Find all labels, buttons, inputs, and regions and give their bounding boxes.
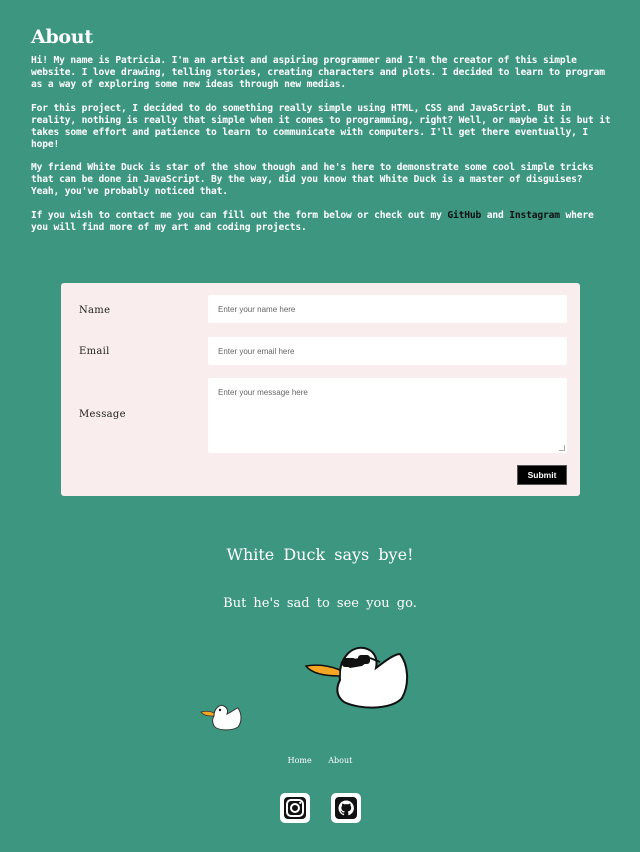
email-input[interactable]: Enter your email here (208, 337, 567, 365)
about-paragraph-4: If you wish to contact me you can fill o… (31, 210, 611, 234)
contact-text-start: If you wish to contact me you can fill o… (31, 209, 448, 221)
about-paragraph-1: Hi! My name is Patricia. I'm an artist a… (31, 55, 605, 90)
instagram-link[interactable]: Instagram (509, 210, 560, 221)
instagram-button[interactable] (280, 793, 310, 823)
github-link[interactable]: GitHub (447, 210, 481, 221)
name-input[interactable]: Enter your name here (208, 295, 567, 323)
github-button[interactable] (331, 793, 361, 823)
about-paragraph-3: My friend White Duck is star of the show… (31, 162, 594, 197)
footer-link-home[interactable]: Home (288, 756, 312, 765)
message-textarea[interactable]: Enter your message here (208, 378, 567, 453)
about-paragraph-2: For this project, I decided to do someth… (31, 102, 611, 150)
white-duck-small-image (200, 705, 242, 731)
name-label: Name (79, 305, 111, 316)
message-label: Message (79, 409, 126, 420)
about-section: About Hi! My name is Patricia. I'm an ar… (31, 26, 611, 245)
message-placeholder: Enter your message here (218, 388, 308, 397)
contact-text-and: and (481, 209, 510, 221)
footer-nav: Home About (0, 756, 640, 765)
submit-button[interactable]: Submit (517, 465, 567, 485)
contact-form: Name Enter your name here Email Enter yo… (61, 283, 580, 496)
farewell-title: White Duck says bye! (226, 545, 414, 564)
footer-link-about[interactable]: About (328, 756, 352, 765)
resize-handle[interactable] (559, 445, 565, 451)
about-title: About (31, 26, 93, 48)
github-icon (335, 797, 357, 819)
white-duck-sunglasses-image (304, 646, 408, 709)
email-label: Email (79, 346, 110, 357)
instagram-icon (284, 797, 306, 819)
farewell-subtitle: But he's sad to see you go. (223, 596, 417, 611)
